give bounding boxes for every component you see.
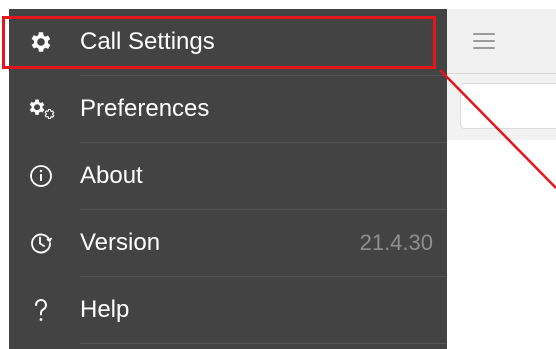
navigation-drawer: Call Settings Preferences About Version … <box>9 9 447 349</box>
gears-icon <box>25 93 57 125</box>
menu-item-label: About <box>80 162 143 189</box>
menu-item-version[interactable]: Version 21.4.30 <box>9 210 447 276</box>
question-icon <box>25 294 57 326</box>
menu-item-label: Call Settings <box>80 28 215 55</box>
menu-item-label: Preferences <box>80 95 210 122</box>
menu-item-help[interactable]: Help <box>9 277 447 343</box>
screen: Call Settings Preferences About Version … <box>0 0 556 349</box>
gear-icon <box>25 26 57 58</box>
info-icon <box>25 160 57 192</box>
app-main-area <box>447 9 556 349</box>
menu-item-about[interactable]: About <box>9 143 447 209</box>
version-number: 21.4.30 <box>359 230 433 255</box>
menu-item-label: Version <box>80 229 161 256</box>
app-body <box>447 140 556 349</box>
menu-item-preferences[interactable]: Preferences <box>9 76 447 142</box>
hamburger-icon[interactable] <box>473 33 495 51</box>
clock-history-icon <box>25 227 57 259</box>
app-card <box>460 83 556 129</box>
menu-item-call-settings[interactable]: Call Settings <box>9 9 447 75</box>
app-toolbar <box>447 9 556 74</box>
divider <box>80 343 447 344</box>
menu-item-label: Help <box>80 296 130 323</box>
